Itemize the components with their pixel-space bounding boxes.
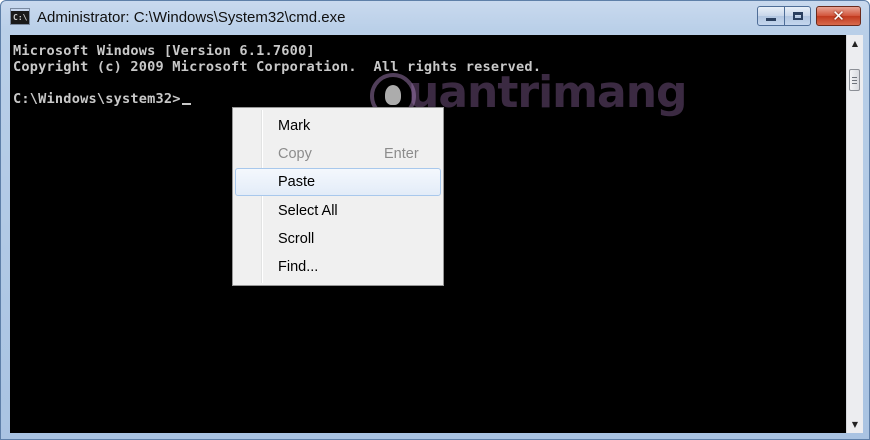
context-menu: Mark Copy Enter Paste Select All Scroll … (232, 107, 444, 286)
menu-item-mark[interactable]: Mark (235, 112, 441, 140)
menu-item-label: Select All (278, 203, 338, 219)
minimize-icon (766, 17, 776, 21)
minimize-button[interactable] (757, 6, 785, 26)
menu-item-select-all[interactable]: Select All (235, 197, 441, 225)
maximize-icon (792, 12, 803, 20)
menu-item-find[interactable]: Find... (235, 253, 441, 281)
scroll-up-button[interactable]: ▲ (847, 35, 863, 52)
cmd-app-icon[interactable]: C:\ (10, 8, 30, 25)
menu-item-label: Find... (278, 259, 319, 275)
console-line-prompt: C:\Windows\system32> (13, 92, 191, 106)
scroll-thumb[interactable] (849, 69, 860, 91)
arrow-down-icon: ▼ (851, 420, 859, 429)
grip-line (852, 77, 857, 78)
scroll-down-button[interactable]: ▼ (847, 416, 863, 433)
text-cursor (181, 103, 191, 105)
title-bar[interactable]: C:\ Administrator: C:\Windows\System32\c… (1, 1, 869, 35)
menu-item-label: Mark (278, 118, 311, 134)
arrow-up-icon: ▲ (851, 39, 859, 48)
menu-item-shortcut: Enter (384, 146, 419, 162)
menu-item-label: Scroll (278, 231, 315, 247)
close-button[interactable]: ✕ (816, 6, 861, 26)
menu-item-scroll[interactable]: Scroll (235, 225, 441, 253)
console-line-version: Microsoft Windows [Version 6.1.7600] (13, 43, 315, 59)
menu-item-paste[interactable]: Paste (235, 168, 441, 196)
console-line-copyright: Copyright (c) 2009 Microsoft Corporation… (13, 59, 542, 75)
maximize-button[interactable] (784, 6, 811, 26)
grip-line (852, 80, 857, 81)
vertical-scrollbar[interactable]: ▲ ▼ (846, 35, 863, 433)
close-icon: ✕ (832, 6, 845, 25)
command-prompt: C:\Windows\system32> (13, 91, 181, 107)
menu-item-label: Copy (278, 146, 312, 162)
menu-item-copy[interactable]: Copy Enter (235, 140, 441, 168)
window-title: Administrator: C:\Windows\System32\cmd.e… (37, 9, 346, 26)
grip-line (852, 83, 857, 84)
menu-item-label: Paste (278, 174, 316, 190)
